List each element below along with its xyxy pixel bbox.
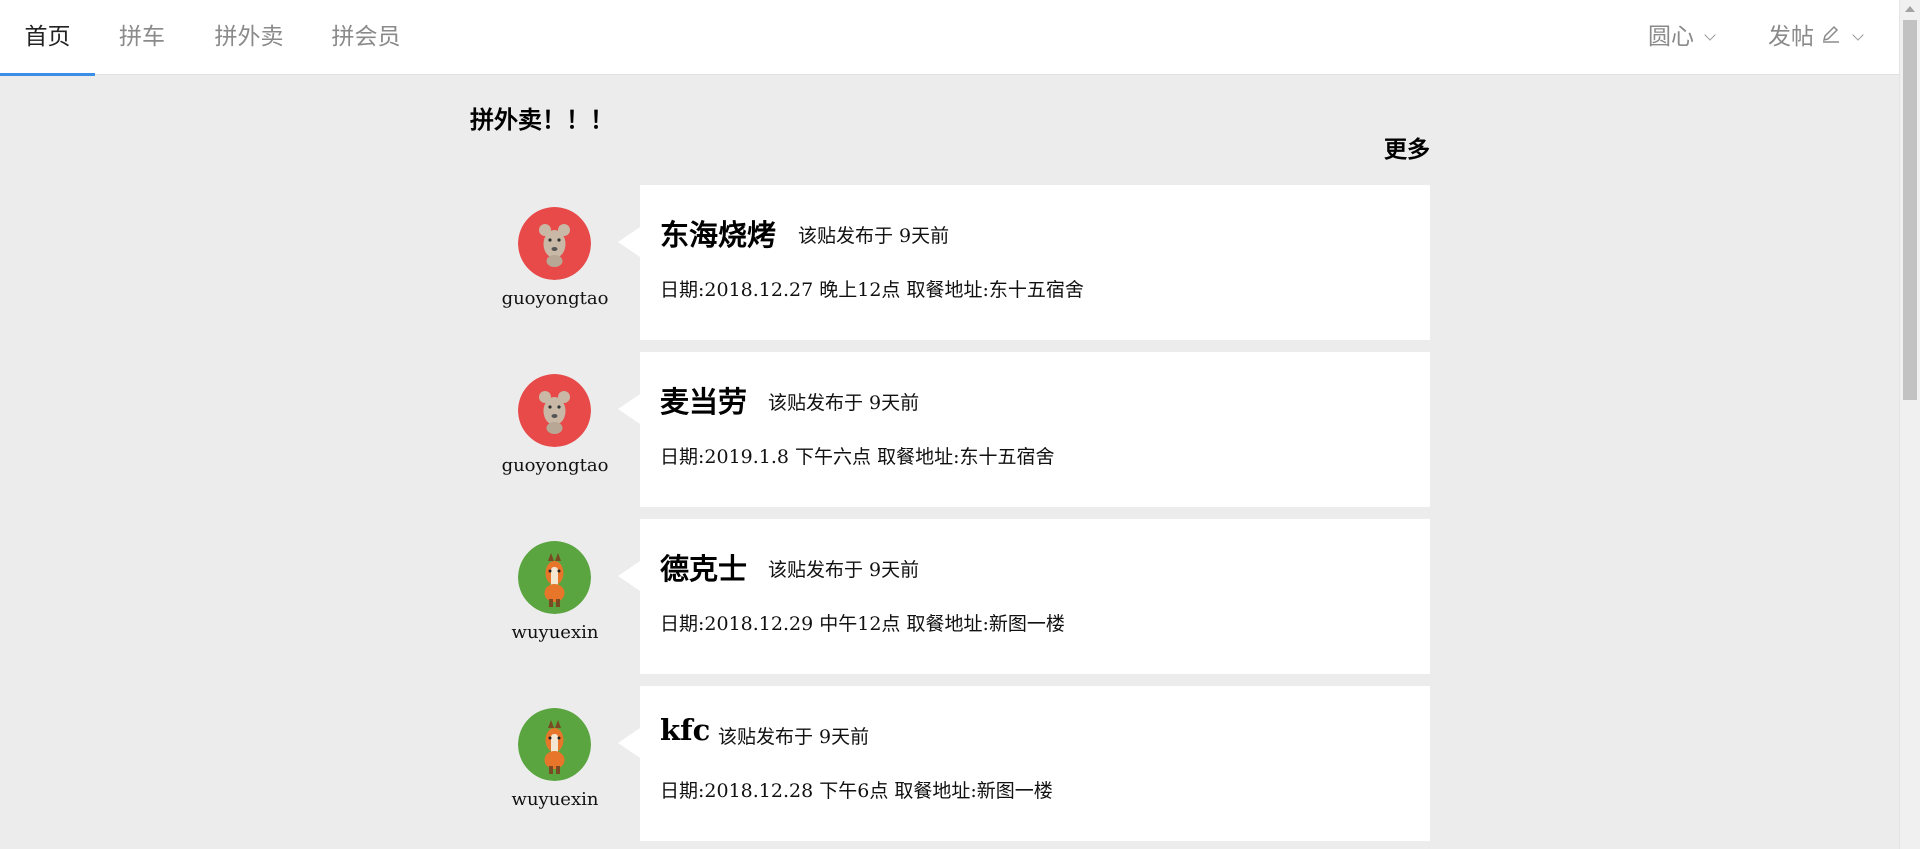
post-card[interactable]: 德克士 该贴发布于 9天前 日期:2018.12.29 中午12点 取餐地址:新… [618,519,1430,674]
post-shop-name: 东海烧烤 [660,218,777,252]
post-item: guoyongtao 麦当劳 该贴发布于 9天前 日期:2019.1.8 下午六… [470,352,1430,507]
post-detail: 日期:2018.12.28 下午6点 取餐地址:新图一楼 [660,780,1053,802]
post-card[interactable]: kfc 该贴发布于 9天前 日期:2018.12.28 下午6点 取餐地址:新图… [618,686,1430,841]
chevron-down-icon [1852,29,1864,41]
post-shop-name: 德克士 [660,552,748,586]
horse-avatar-icon[interactable] [518,541,591,614]
new-post-label: 发帖 [1768,24,1814,50]
new-post-dropdown[interactable]: 发帖 [1768,0,1864,75]
post-detail: 日期:2019.1.8 下午六点 取餐地址:东十五宿舍 [660,446,1055,468]
horse-avatar-icon[interactable] [518,708,591,781]
top-navigation: 首页 拼车 拼外卖 拼会员 圆心 发帖 [0,0,1899,76]
post-detail: 日期:2018.12.29 中午12点 取餐地址:新图一楼 [660,613,1065,635]
circle-label: 圆心 [1648,24,1694,50]
tab-group-membership[interactable]: 拼会员 [320,0,412,75]
more-link[interactable]: 更多 [1370,130,1430,164]
author-username[interactable]: wuyuexin [470,622,640,643]
post-time: 该贴发布于 9天前 [768,559,920,581]
mouse-avatar-icon[interactable] [518,207,591,280]
vertical-scrollbar[interactable] [1899,0,1920,849]
circle-dropdown[interactable]: 圆心 [1648,0,1716,75]
post-card[interactable]: 麦当劳 该贴发布于 9天前 日期:2019.1.8 下午六点 取餐地址:东十五宿… [618,352,1430,507]
post-item: guoyongtao 东海烧烤 该贴发布于 9天前 日期:2018.12.27 … [470,185,1430,340]
author-username[interactable]: guoyongtao [470,455,640,476]
scrollbar-thumb[interactable] [1903,20,1917,400]
section-title: 拼外卖！！！ [470,106,614,134]
chevron-down-icon [1704,29,1716,41]
post-shop-name: 麦当劳 [660,385,748,419]
post-author: guoyongtao [470,352,640,507]
post-author: wuyuexin [470,519,640,674]
pencil-icon [1820,0,1842,74]
post-author: wuyuexin [470,686,640,841]
post-shop-name: kfc [660,713,711,747]
post-item: wuyuexin 德克士 该贴发布于 9天前 日期:2018.12.29 中午1… [470,519,1430,674]
post-time: 该贴发布于 9天前 [768,392,920,414]
author-username[interactable]: guoyongtao [470,288,640,309]
post-author: guoyongtao [470,185,640,340]
author-username[interactable]: wuyuexin [470,789,640,810]
tab-group-takeout[interactable]: 拼外卖 [200,0,298,75]
mouse-avatar-icon[interactable] [518,374,591,447]
post-detail: 日期:2018.12.27 晚上12点 取餐地址:东十五宿舍 [660,279,1084,301]
post-item: wuyuexin kfc 该贴发布于 9天前 日期:2018.12.28 下午6… [470,686,1430,841]
tab-home[interactable]: 首页 [0,0,95,76]
scroll-up-arrow-icon[interactable] [1905,6,1915,12]
post-time: 该贴发布于 9天前 [718,726,870,748]
post-card[interactable]: 东海烧烤 该贴发布于 9天前 日期:2018.12.27 晚上12点 取餐地址:… [618,185,1430,340]
tab-carpool[interactable]: 拼车 [104,0,180,75]
post-time: 该贴发布于 9天前 [798,225,950,247]
